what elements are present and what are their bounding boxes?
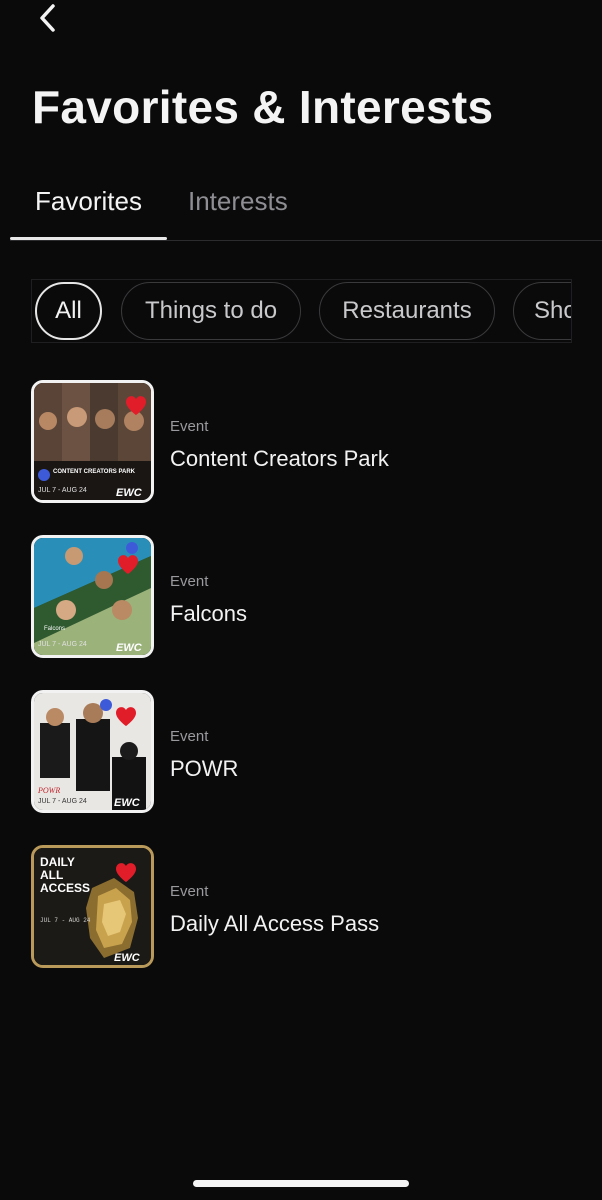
favorites-screen: Favorites & Interests Favorites Interest…: [0, 0, 602, 1200]
list-item[interactable]: CONTENT CREATORS PARK JUL 7 - AUG 24 EWC…: [31, 380, 571, 504]
item-category: Event: [170, 573, 209, 590]
tab-interests[interactable]: Interests: [188, 180, 288, 240]
event-thumbnail[interactable]: DAILY ALL ACCESS JUL 7 - AUG 24 EWC: [31, 845, 154, 968]
poster-brand: EWC: [114, 952, 141, 964]
item-title[interactable]: POWR: [170, 756, 238, 782]
item-title[interactable]: Daily All Access Pass: [170, 911, 379, 937]
filter-chip-all[interactable]: All: [35, 282, 102, 340]
poster-brand: EWC: [114, 797, 141, 809]
poster-brand: EWC: [116, 642, 143, 654]
item-category: Event: [170, 883, 209, 900]
event-poster-image: CONTENT CREATORS PARK JUL 7 - AUG 24 EWC: [34, 383, 151, 500]
poster-caption: POWR: [37, 786, 60, 795]
poster-caption-line: ALL: [40, 868, 63, 882]
filter-chip-row[interactable]: All Things to do Restaurants Sho: [31, 279, 572, 343]
item-title[interactable]: Content Creators Park: [170, 446, 389, 472]
home-indicator[interactable]: [193, 1180, 409, 1187]
poster-caption: Falcons: [44, 626, 65, 632]
tab-favorites[interactable]: Favorites: [10, 180, 167, 240]
list-item[interactable]: POWR JUL 7 - AUG 24 EWC Event POWR: [31, 690, 571, 814]
poster-caption-line: DAILY: [40, 855, 75, 869]
item-category: Event: [170, 418, 209, 435]
chevron-left-icon: [40, 4, 55, 32]
poster-brand: EWC: [116, 487, 143, 499]
item-title[interactable]: Falcons: [170, 601, 247, 627]
event-poster-image: POWR JUL 7 - AUG 24 EWC: [34, 693, 151, 810]
poster-caption: CONTENT CREATORS PARK: [53, 469, 136, 475]
filter-chip-things-to-do[interactable]: Things to do: [121, 282, 301, 340]
poster-caption-line: ACCESS: [40, 881, 90, 895]
poster-dates: JUL 7 - AUG 24: [40, 917, 91, 924]
event-poster-image: DAILY ALL ACCESS JUL 7 - AUG 24 EWC: [34, 848, 151, 965]
poster-dates: JUL 7 - AUG 24: [38, 641, 87, 648]
item-category: Event: [170, 728, 209, 745]
list-item[interactable]: Falcons JUL 7 - AUG 24 EWC Event Falcons: [31, 535, 571, 659]
poster-dates: JUL 7 - AUG 24: [38, 487, 87, 494]
event-thumbnail[interactable]: CONTENT CREATORS PARK JUL 7 - AUG 24 EWC: [31, 380, 154, 503]
tab-divider: [10, 240, 602, 241]
filter-chip-restaurants[interactable]: Restaurants: [319, 282, 495, 340]
poster-dates: JUL 7 - AUG 24: [38, 798, 87, 805]
event-thumbnail[interactable]: POWR JUL 7 - AUG 24 EWC: [31, 690, 154, 813]
list-item[interactable]: DAILY ALL ACCESS JUL 7 - AUG 24 EWC Even…: [31, 845, 571, 969]
filter-chip-shopping[interactable]: Sho: [513, 282, 571, 340]
event-poster-image: Falcons JUL 7 - AUG 24 EWC: [34, 538, 151, 655]
event-thumbnail[interactable]: Falcons JUL 7 - AUG 24 EWC: [31, 535, 154, 658]
back-button[interactable]: [28, 0, 68, 36]
page-title: Favorites & Interests: [32, 81, 494, 133]
tab-bar: Favorites Interests: [0, 180, 602, 242]
